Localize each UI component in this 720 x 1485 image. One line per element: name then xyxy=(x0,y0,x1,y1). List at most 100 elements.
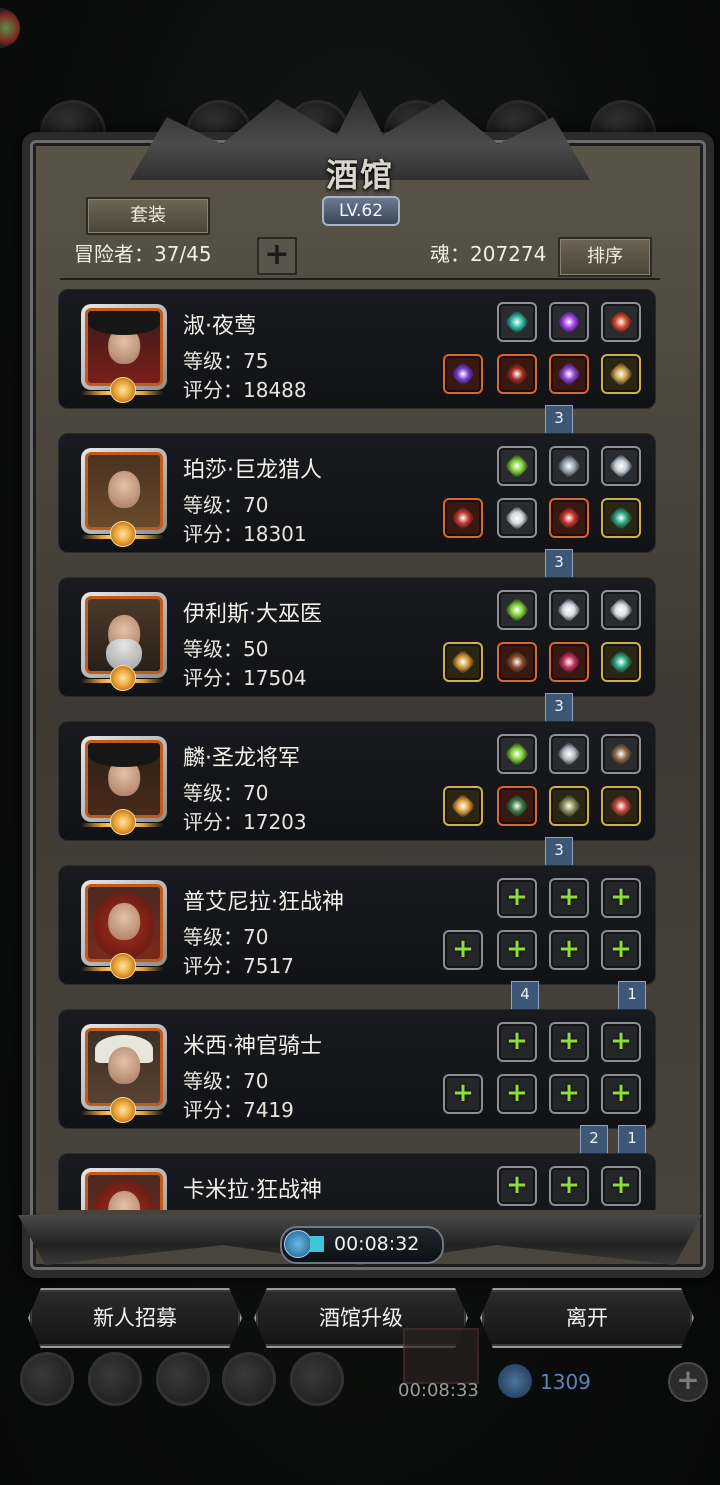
recruit-button[interactable]: 新人招募 xyxy=(28,1288,242,1348)
equip-slot[interactable] xyxy=(601,354,641,394)
empty-equip-slot[interactable]: + xyxy=(601,930,641,970)
equip-slot[interactable] xyxy=(497,354,537,394)
equip-slot[interactable] xyxy=(443,354,483,394)
empty-equip-slot[interactable]: + xyxy=(601,878,641,918)
rank-emblem-icon xyxy=(81,953,163,980)
equip-slot[interactable] xyxy=(497,786,537,826)
equip-slot[interactable] xyxy=(549,302,589,342)
hero-card[interactable]: 珀莎·巨龙猎人 等级：70 评分：18301 xyxy=(58,433,656,553)
equip-slot[interactable] xyxy=(549,786,589,826)
adventurer-count: 冒险者：37/45 xyxy=(74,242,212,266)
brown-armor-icon xyxy=(504,649,530,675)
equip-slot[interactable] xyxy=(443,786,483,826)
empty-equip-slot[interactable]: + xyxy=(497,1022,537,1062)
badge-icon xyxy=(88,1352,142,1406)
equip-slot[interactable] xyxy=(601,446,641,486)
hero-card[interactable]: 伊利斯·大巫医 等级：50 评分：17504 xyxy=(58,577,656,697)
hero-level: 等级：70 xyxy=(183,781,269,805)
equip-slot[interactable] xyxy=(601,590,641,630)
equip-slot[interactable] xyxy=(497,446,537,486)
hero-card[interactable]: 卡米拉·狂战神 + + + xyxy=(58,1153,656,1210)
equip-slot[interactable] xyxy=(549,354,589,394)
add-slot-button[interactable]: + xyxy=(257,237,297,275)
plus-icon: + xyxy=(610,1078,632,1108)
equip-slot[interactable] xyxy=(549,734,589,774)
hero-score: 评分：18488 xyxy=(183,378,307,402)
plus-icon: + xyxy=(610,882,632,912)
divider xyxy=(60,278,660,280)
leave-button[interactable]: 离开 xyxy=(480,1288,694,1348)
empty-equip-slot[interactable]: + xyxy=(497,878,537,918)
hero-score: 评分：7419 xyxy=(183,1098,294,1122)
rank-emblem-icon xyxy=(81,1097,163,1124)
hero-name: 普艾尼拉·狂战神 xyxy=(183,890,344,915)
hero-score: 评分：17504 xyxy=(183,666,307,690)
empty-equip-slot[interactable]: + xyxy=(497,930,537,970)
sort-button[interactable]: 排序 xyxy=(558,237,652,277)
equip-slot[interactable] xyxy=(601,734,641,774)
purple-blade-icon xyxy=(450,361,476,387)
staff-icon xyxy=(450,649,476,675)
plus-icon: + xyxy=(506,1170,528,1200)
background-timer: 00:08:33 xyxy=(398,1380,479,1401)
rank-emblem-icon xyxy=(81,665,163,692)
winged-crest-icon xyxy=(556,741,582,767)
equip-slot[interactable] xyxy=(601,302,641,342)
equip-slot[interactable] xyxy=(601,498,641,538)
plus-icon: + xyxy=(558,1170,580,1200)
clock-icon xyxy=(284,1230,312,1258)
equip-slot[interactable] xyxy=(497,642,537,682)
empty-equip-slot[interactable]: + xyxy=(549,1166,589,1206)
silver-amulet-icon xyxy=(608,453,634,479)
empty-equip-slot[interactable]: + xyxy=(549,1074,589,1114)
empty-equip-slot[interactable]: + xyxy=(601,1074,641,1114)
plus-icon: + xyxy=(610,1026,632,1056)
green-drill-icon xyxy=(504,453,530,479)
equip-slot[interactable] xyxy=(549,498,589,538)
plus-icon: + xyxy=(506,882,528,912)
equip-slot[interactable] xyxy=(497,590,537,630)
hero-card[interactable]: 麟·圣龙将军 等级：70 评分：17203 xyxy=(58,721,656,841)
empty-equip-slot[interactable]: + xyxy=(443,1074,483,1114)
empty-equip-slot[interactable]: + xyxy=(549,878,589,918)
equip-slot[interactable] xyxy=(601,642,641,682)
hero-card[interactable]: 米西·神官骑士 等级：70 评分：7419 + + + + + + + xyxy=(58,1009,656,1129)
equip-slot[interactable] xyxy=(497,498,537,538)
equip-slot[interactable] xyxy=(549,590,589,630)
hero-score: 评分：17203 xyxy=(183,810,307,834)
plus-icon: + xyxy=(452,1078,474,1108)
equip-slot[interactable] xyxy=(443,498,483,538)
hero-card[interactable]: 淑·夜莺 等级：75 评分：18488 xyxy=(58,289,656,409)
equip-slot[interactable] xyxy=(549,642,589,682)
suit-button[interactable]: 套装 xyxy=(86,197,210,235)
hero-name: 米西·神官骑士 xyxy=(183,1034,322,1059)
hero-score: 评分：7517 xyxy=(183,954,294,978)
rank-emblem-icon xyxy=(81,377,163,404)
equip-slot[interactable] xyxy=(549,446,589,486)
empty-equip-slot[interactable]: + xyxy=(549,930,589,970)
hero-card[interactable]: 普艾尼拉·狂战神 等级：70 评分：7517 + + + + + + + xyxy=(58,865,656,985)
hero-level: 等级：70 xyxy=(183,493,269,517)
equip-slot[interactable] xyxy=(497,734,537,774)
equip-slot[interactable] xyxy=(497,302,537,342)
equip-slot[interactable] xyxy=(601,786,641,826)
empty-equip-slot[interactable]: + xyxy=(601,1022,641,1062)
empty-equip-slot[interactable]: + xyxy=(601,1166,641,1206)
hero-portrait[interactable] xyxy=(81,1168,167,1210)
plus-icon: + xyxy=(558,1078,580,1108)
crossed-blades-icon xyxy=(450,505,476,531)
empty-equip-slot[interactable]: + xyxy=(549,1022,589,1062)
empty-equip-slot[interactable]: + xyxy=(443,930,483,970)
shield-icon xyxy=(556,793,582,819)
equip-slot[interactable] xyxy=(443,642,483,682)
hero-name: 淑·夜莺 xyxy=(183,314,256,339)
timer-progress xyxy=(310,1236,324,1252)
amulet-icon xyxy=(608,361,634,387)
bow-icon xyxy=(608,741,634,767)
timer-text: 00:08:32 xyxy=(334,1233,420,1255)
refresh-timer: 00:08:32 xyxy=(280,1226,444,1264)
green-drill-icon xyxy=(504,597,530,623)
hero-list[interactable]: 淑·夜莺 等级：75 评分：18488 3 珀莎·巨龙猎人 等级：70 评分：18301 3 伊… xyxy=(56,285,664,1210)
empty-equip-slot[interactable]: + xyxy=(497,1166,537,1206)
empty-equip-slot[interactable]: + xyxy=(497,1074,537,1114)
